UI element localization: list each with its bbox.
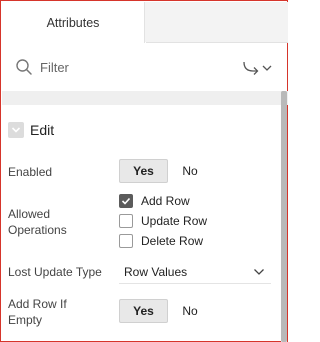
add-row-if-empty-label-line1: Add Row If (8, 297, 67, 311)
update-row-checkbox[interactable] (119, 214, 133, 228)
add-row-if-empty-label-line2: Empty (8, 313, 43, 327)
allowed-operations-label-line2: Operations (8, 223, 67, 237)
search-icon (16, 59, 32, 75)
update-row-label: Update Row (141, 214, 208, 228)
tab-bar: Attributes (2, 2, 288, 43)
filter-input[interactable] (40, 57, 220, 77)
add-row-checkbox[interactable] (119, 194, 133, 208)
section-title: Edit (30, 122, 55, 138)
collapse-checkbox-icon[interactable] (8, 122, 24, 138)
allowed-operations-label-line1: Allowed (8, 207, 51, 221)
lost-update-type-select[interactable]: Row Values (119, 260, 271, 284)
add-row-if-empty-toggle: Yes No (119, 299, 212, 323)
add-row-checkbox-row[interactable]: Add Row (119, 193, 190, 209)
lost-update-type-label: Lost Update Type (8, 265, 102, 279)
delete-row-checkbox[interactable] (119, 234, 133, 248)
delete-row-checkbox-row[interactable]: Delete Row (119, 233, 203, 249)
add-row-label: Add Row (141, 194, 190, 208)
enabled-no-button[interactable]: No (168, 159, 212, 183)
filter-bar (2, 45, 288, 89)
tab-attributes-label: Attributes (46, 15, 100, 30)
tab-attributes[interactable]: Attributes (2, 2, 145, 43)
check-icon (121, 197, 131, 205)
add-row-if-empty-yes-button[interactable]: Yes (119, 299, 168, 323)
section-separator (2, 91, 288, 105)
lost-update-type-value: Row Values (124, 264, 188, 279)
update-row-checkbox-row[interactable]: Update Row (119, 213, 207, 229)
enabled-toggle: Yes No (119, 159, 212, 183)
enabled-yes-button[interactable]: Yes (119, 159, 168, 183)
scrollbar-thumb[interactable] (281, 91, 287, 342)
add-row-if-empty-no-button[interactable]: No (168, 299, 212, 323)
delete-row-label: Delete Row (141, 234, 204, 248)
goto-arrow-icon[interactable] (241, 59, 275, 77)
chevron-down-icon (254, 269, 264, 275)
property-panel: Attributes Edit Enabled Yes No All (0, 0, 288, 342)
section-edit-header[interactable]: Edit (8, 120, 54, 140)
chevron-down-icon (11, 127, 21, 133)
tab-bar-divider (146, 42, 288, 43)
enabled-label: Enabled (8, 165, 53, 179)
scrollbar[interactable] (281, 91, 287, 342)
